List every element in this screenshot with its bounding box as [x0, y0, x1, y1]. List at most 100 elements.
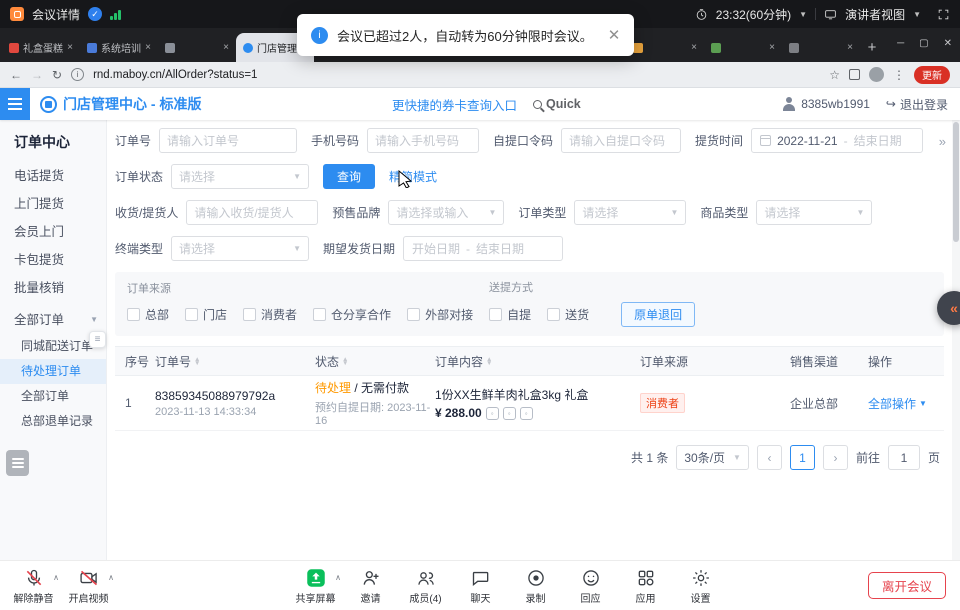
new-tab-button[interactable]: + — [860, 35, 884, 59]
bookmark-star-icon[interactable]: ☆ — [829, 68, 840, 82]
timer-dropdown-icon[interactable]: ▼ — [799, 10, 807, 19]
toast-close-icon[interactable]: ✕ — [608, 26, 621, 44]
fullscreen-icon[interactable] — [937, 8, 950, 21]
sidebar-item-all-orders[interactable]: 全部订单 — [0, 384, 106, 409]
mute-options-caret-icon[interactable]: ∧ — [53, 573, 59, 582]
browser-update-button[interactable]: 更新 — [914, 66, 950, 84]
sort-icon[interactable]: ▲▼ — [486, 358, 492, 367]
network-signal-icon[interactable] — [110, 9, 121, 20]
record-button[interactable]: 录制 — [508, 565, 563, 605]
invite-button[interactable]: 邀请 — [343, 565, 398, 605]
prev-page-button[interactable]: ‹ — [757, 445, 782, 470]
browser-tab[interactable]: 礼盒蛋糕平台管理中心 × — [2, 33, 80, 62]
col-status[interactable]: 状态▲▼ — [315, 353, 435, 370]
mute-button[interactable]: 解除静音 ∧ — [6, 565, 61, 605]
col-order-no[interactable]: 订单号▲▼ — [155, 353, 315, 370]
browser-tab[interactable]: × — [626, 33, 704, 62]
view-mode-selector[interactable]: 演讲者视图 — [845, 6, 905, 23]
sidebar-item-door-pickup[interactable]: 上门提货 — [0, 190, 106, 218]
sidebar-toggle-button[interactable] — [0, 88, 30, 120]
quick-search[interactable]: Quick — [533, 97, 581, 111]
browser-tab[interactable]: × — [158, 33, 236, 62]
browser-profile-avatar[interactable] — [869, 67, 884, 82]
pickup-time-range[interactable]: 2022-11-21 - 结束日期 — [751, 128, 923, 153]
tab-close-icon[interactable]: × — [145, 42, 151, 53]
browser-tab[interactable]: × — [704, 33, 782, 62]
url-text[interactable]: rnd.maboy.cn/AllOrder?status=1 — [93, 69, 820, 81]
coupon-query-link[interactable]: 更快捷的券卡查询入口 — [392, 95, 517, 114]
presale-brand-select[interactable]: 请选择或输入 ▼ — [388, 200, 504, 225]
tab-close-icon[interactable]: × — [67, 42, 73, 53]
sidebar-item-phone-pickup[interactable]: 电话提货 — [0, 162, 106, 190]
sidebar-item-hq-refund-records[interactable]: 总部退单记录 — [0, 409, 106, 434]
order-number[interactable]: 83859345088979792a — [155, 389, 315, 403]
sidebar-group-all-orders[interactable]: 全部订单 ▼ — [0, 306, 106, 334]
tab-close-icon[interactable]: × — [691, 42, 697, 53]
next-page-button[interactable]: › — [823, 445, 848, 470]
panel-collapse-icon[interactable]: » — [939, 134, 946, 149]
forward-icon[interactable]: → — [31, 68, 43, 82]
sidebar-item-batch-verify[interactable]: 批量核销 — [0, 274, 106, 302]
back-icon[interactable]: ← — [10, 68, 22, 82]
meeting-details-button[interactable]: 会议详情 — [32, 6, 80, 23]
tab-close-icon[interactable]: × — [847, 42, 853, 53]
checkbox-source-external[interactable]: 外部对接 — [407, 306, 473, 323]
settings-button[interactable]: 设置 — [673, 565, 728, 605]
row-actions-dropdown[interactable]: 全部操作▼ — [868, 395, 948, 412]
checkbox-source-hq[interactable]: 总部 — [127, 306, 169, 323]
meeting-timer[interactable]: 23:32(60分钟) — [716, 6, 791, 23]
view-mode-dropdown-icon[interactable]: ▼ — [913, 10, 921, 19]
page-number-button[interactable]: 1 — [790, 445, 815, 470]
terminal-type-select[interactable]: 请选择 ▼ — [171, 236, 309, 261]
search-button[interactable]: 查询 — [323, 164, 375, 189]
order-type-select[interactable]: 请选择 ▼ — [574, 200, 686, 225]
share-options-caret-icon[interactable]: ∧ — [335, 573, 341, 582]
chat-button[interactable]: 聊天 — [453, 565, 508, 605]
window-maximize-icon[interactable]: ▢ — [919, 38, 928, 49]
leave-meeting-button[interactable]: 离开会议 — [868, 572, 946, 599]
video-button[interactable]: 开启视频 ∧ — [61, 565, 116, 605]
sidebar-item-member-visit[interactable]: 会员上门 — [0, 218, 106, 246]
checkbox-source-warehouse-share[interactable]: 仓分享合作 — [313, 306, 391, 323]
logout-button[interactable]: ↪ 退出登录 — [886, 96, 948, 113]
scrollbar-thumb[interactable] — [953, 122, 959, 242]
video-options-caret-icon[interactable]: ∧ — [108, 573, 114, 582]
user-menu[interactable]: 8385wb1991 — [782, 97, 870, 111]
react-button[interactable]: 回应 — [563, 565, 618, 605]
col-content[interactable]: 订单内容▲▼ — [435, 353, 640, 370]
sidebar-drag-handle[interactable]: ≡ — [89, 331, 106, 348]
extensions-icon[interactable] — [849, 69, 860, 80]
tab-close-icon[interactable]: × — [769, 42, 775, 53]
goto-page-input[interactable] — [888, 445, 920, 470]
window-minimize-icon[interactable]: ─ — [897, 38, 904, 49]
members-button[interactable]: 成员(4) — [398, 565, 453, 605]
original-order-return-button[interactable]: 原单退回 — [621, 302, 695, 327]
product-type-select[interactable]: 请选择 ▼ — [756, 200, 872, 225]
pickup-code-input[interactable] — [561, 128, 681, 153]
browser-menu-icon[interactable]: ⋮ — [893, 68, 905, 82]
order-status-select[interactable]: 请选择 ▼ — [171, 164, 309, 189]
share-screen-button[interactable]: 共享屏幕 ∧ — [288, 565, 343, 605]
sidebar-item-pending-orders[interactable]: 待处理订单 — [0, 359, 106, 384]
apps-button[interactable]: 应用 — [618, 565, 673, 605]
window-close-icon[interactable]: ✕ — [944, 38, 952, 49]
tab-close-icon[interactable]: × — [223, 42, 229, 53]
floating-list-button[interactable] — [6, 450, 29, 476]
meeting-security-icon[interactable]: ✓ — [88, 7, 102, 21]
sidebar-item-card-pickup[interactable]: 卡包提货 — [0, 246, 106, 274]
checkbox-source-store[interactable]: 门店 — [185, 306, 227, 323]
browser-tab[interactable]: 系统培训学习 × — [80, 33, 158, 62]
checkbox-source-consumer[interactable]: 消费者 — [243, 306, 297, 323]
sort-icon[interactable]: ▲▼ — [194, 358, 200, 367]
order-no-input[interactable] — [159, 128, 297, 153]
page-size-select[interactable]: 30条/页 ▼ — [676, 445, 749, 470]
receiver-input[interactable] — [186, 200, 318, 225]
browser-tab[interactable]: × — [782, 33, 860, 62]
site-info-icon[interactable]: i — [71, 68, 84, 81]
sort-icon[interactable]: ▲▼ — [342, 358, 348, 367]
ship-date-range[interactable]: 开始日期 - 结束日期 — [403, 236, 563, 261]
checkbox-delivery-ship[interactable]: 送货 — [547, 306, 589, 323]
checkbox-delivery-selfpickup[interactable]: 自提 — [489, 306, 531, 323]
simple-mode-link[interactable]: 精简模式 — [389, 168, 437, 185]
refresh-icon[interactable]: ↻ — [52, 68, 62, 82]
